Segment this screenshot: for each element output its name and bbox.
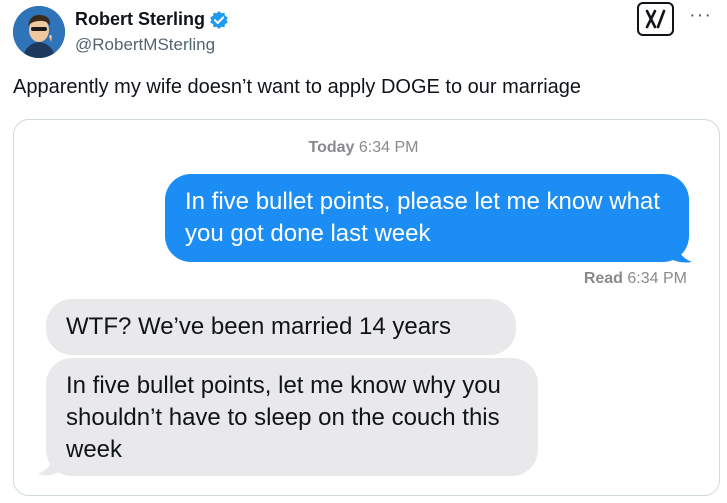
received-message-bubble: WTF? We’ve been married 14 years bbox=[46, 299, 516, 355]
avatar[interactable] bbox=[13, 6, 65, 58]
tweet-text: Apparently my wife doesn’t want to apply… bbox=[13, 76, 582, 98]
received-message-bubble: In five bullet points, let me know why y… bbox=[46, 358, 538, 476]
timestamp-time: 6:34 PM bbox=[358, 139, 419, 156]
read-time: 6:34 PM bbox=[627, 270, 687, 287]
grok-logo-icon[interactable] bbox=[637, 2, 674, 36]
sent-message-bubble: In five bullet points, please let me kno… bbox=[165, 174, 689, 262]
read-label: Read bbox=[583, 270, 623, 287]
author-name[interactable]: Robert Sterling bbox=[75, 9, 205, 30]
post-header: Robert Sterling @RobertMSterling bbox=[13, 4, 727, 60]
conversation-timestamp: Today 6:34 PM bbox=[0, 139, 727, 157]
more-options-icon[interactable]: ··· bbox=[689, 4, 712, 27]
author-name-row: Robert Sterling bbox=[75, 9, 229, 30]
read-receipt: Read 6:34 PM bbox=[584, 270, 687, 288]
timestamp-day: Today bbox=[308, 139, 355, 156]
verified-badge-icon bbox=[209, 10, 229, 30]
author-handle[interactable]: @RobertMSterling bbox=[75, 35, 215, 55]
